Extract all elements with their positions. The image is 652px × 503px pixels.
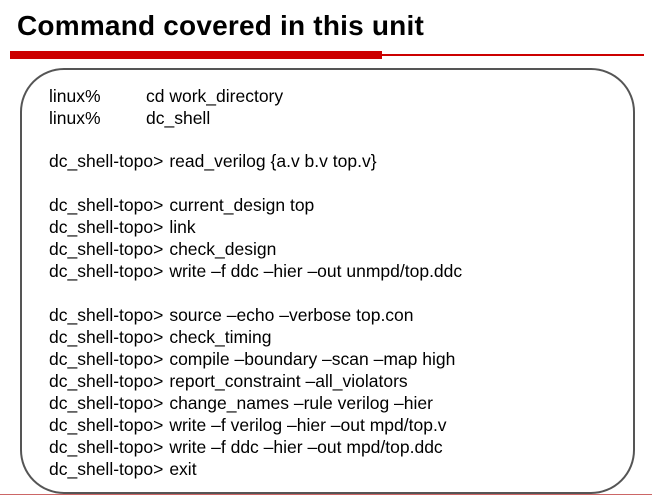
command-line: dc_shell-topo> current_design top xyxy=(49,194,462,216)
command-prompt: dc_shell-topo> xyxy=(49,349,164,369)
command-line: dc_shell-topo> check_timing xyxy=(49,326,455,348)
command-text: change_names –rule verilog –hier xyxy=(169,393,433,413)
command-text: exit xyxy=(169,459,197,479)
command-text: read_verilog {a.v b.v top.v} xyxy=(169,151,377,171)
command-line: dc_shell-topo> link xyxy=(49,216,462,238)
command-text: source –echo –verbose top.con xyxy=(169,305,414,325)
footer-rule xyxy=(0,494,652,495)
command-prompt: dc_shell-topo> xyxy=(49,393,164,413)
command-text: compile –boundary –scan –map high xyxy=(169,349,456,369)
command-text: check_timing xyxy=(169,327,272,347)
command-line: dc_shell-topo> write –f verilog –hier –ou… xyxy=(49,414,455,436)
command-block-linux: linux% cd work_directory linux% dc_shell xyxy=(49,85,283,129)
command-line: dc_shell-topo> source –echo –verbose top.… xyxy=(49,304,455,326)
command-text: current_design top xyxy=(169,195,315,215)
command-line: dc_shell-topo> check_design xyxy=(49,238,462,260)
command-line: dc_shell-topo> read_verilog {a.v b.v top.… xyxy=(49,150,377,172)
command-block-read: dc_shell-topo> read_verilog {a.v b.v top.… xyxy=(49,150,377,172)
command-prompt: dc_shell-topo> xyxy=(49,459,164,479)
command-line: dc_shell-topo> write –f ddc –hier –out un… xyxy=(49,260,462,282)
command-text: write –f ddc –hier –out mpd/top.ddc xyxy=(169,437,443,457)
command-prompt: dc_shell-topo> xyxy=(49,217,164,237)
title-underline-rule xyxy=(382,54,644,56)
command-prompt: dc_shell-topo> xyxy=(49,327,164,347)
command-line: dc_shell-topo> write –f ddc –hier –out mp… xyxy=(49,436,455,458)
command-prompt: dc_shell-topo> xyxy=(49,437,164,457)
slide-title: Command covered in this unit xyxy=(17,10,424,41)
command-line: dc_shell-topo> compile –boundary –scan –m… xyxy=(49,348,455,370)
command-line: linux% cd work_directory xyxy=(49,85,283,107)
command-line: linux% dc_shell xyxy=(49,107,283,129)
command-text: check_design xyxy=(169,239,277,259)
command-line: dc_shell-topo> exit xyxy=(49,458,455,480)
command-prompt: dc_shell-topo> xyxy=(49,195,164,215)
command-prompt: dc_shell-topo> xyxy=(49,305,164,325)
command-text: link xyxy=(169,217,196,237)
command-block-design: dc_shell-topo> current_design top dc_shel… xyxy=(49,194,462,282)
command-prompt: dc_shell-topo> xyxy=(49,415,164,435)
command-text: write –f verilog –hier –out mpd/top.v xyxy=(169,415,447,435)
command-prompt: linux% xyxy=(49,86,101,106)
command-prompt: dc_shell-topo> xyxy=(49,151,164,171)
command-line: dc_shell-topo> report_constraint –all_vio… xyxy=(49,370,455,392)
command-prompt: dc_shell-topo> xyxy=(49,261,164,281)
command-text: write –f ddc –hier –out unmpd/top.ddc xyxy=(169,261,463,281)
title-underline-bar xyxy=(10,51,382,59)
command-prompt: dc_shell-topo> xyxy=(49,239,164,259)
command-line: dc_shell-topo> change_names –rule verilog… xyxy=(49,392,455,414)
command-text: dc_shell xyxy=(146,108,211,128)
command-prompt: dc_shell-topo> xyxy=(49,371,164,391)
command-prompt: linux% xyxy=(49,108,101,128)
command-text: cd work_directory xyxy=(146,86,284,106)
command-block-compile: dc_shell-topo> source –echo –verbose top.… xyxy=(49,304,455,480)
command-text: report_constraint –all_violators xyxy=(169,371,408,391)
